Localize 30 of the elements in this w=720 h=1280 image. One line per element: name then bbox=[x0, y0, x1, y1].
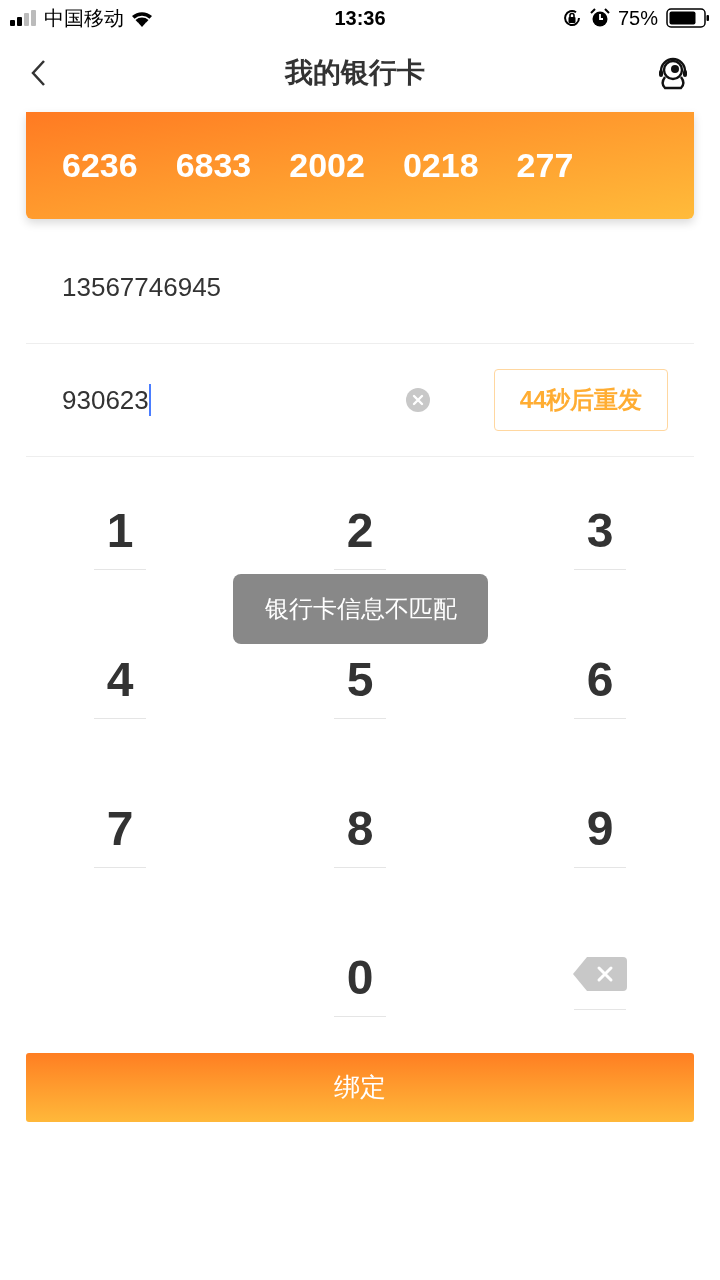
keypad-key[interactable]: 0 bbox=[334, 954, 386, 1017]
card-number-group: 6236 bbox=[62, 140, 138, 191]
toast: 银行卡信息不匹配 bbox=[233, 574, 488, 644]
card-number-group: 0218 bbox=[402, 140, 479, 191]
customer-service-button[interactable] bbox=[656, 55, 690, 91]
keypad-key[interactable]: 1 bbox=[94, 507, 146, 570]
keypad-key[interactable]: 6 bbox=[574, 656, 626, 719]
keypad-key[interactable]: 7 bbox=[94, 805, 146, 868]
keypad-key[interactable]: 9 bbox=[574, 805, 626, 868]
keypad-key[interactable]: 8 bbox=[334, 805, 386, 868]
text-cursor bbox=[148, 384, 151, 416]
signal-icon bbox=[10, 10, 38, 26]
battery-percent: 75% bbox=[617, 6, 658, 31]
keypad-key[interactable]: 5 bbox=[334, 656, 386, 719]
carrier-name: 中国移动 bbox=[44, 6, 124, 31]
keypad-key[interactable]: 4 bbox=[94, 656, 146, 719]
phone-input-field[interactable]: 13567746945 bbox=[62, 267, 462, 307]
backspace-icon bbox=[573, 957, 627, 991]
wifi-icon bbox=[130, 9, 154, 27]
card-number-group: 277 bbox=[516, 140, 574, 191]
keypad-key[interactable]: 3 bbox=[574, 507, 626, 570]
status-time: 13:36 bbox=[334, 6, 386, 31]
battery-icon bbox=[666, 8, 710, 28]
keypad-key[interactable]: 2 bbox=[334, 507, 386, 570]
code-input-field[interactable]: 930623 bbox=[62, 380, 149, 420]
card-number-group: 2002 bbox=[289, 140, 365, 191]
card-number-group: 6833 bbox=[175, 140, 252, 191]
page-title: 我的银行卡 bbox=[285, 56, 425, 90]
alarm-icon bbox=[589, 8, 610, 28]
rotation-lock-icon bbox=[561, 8, 582, 28]
